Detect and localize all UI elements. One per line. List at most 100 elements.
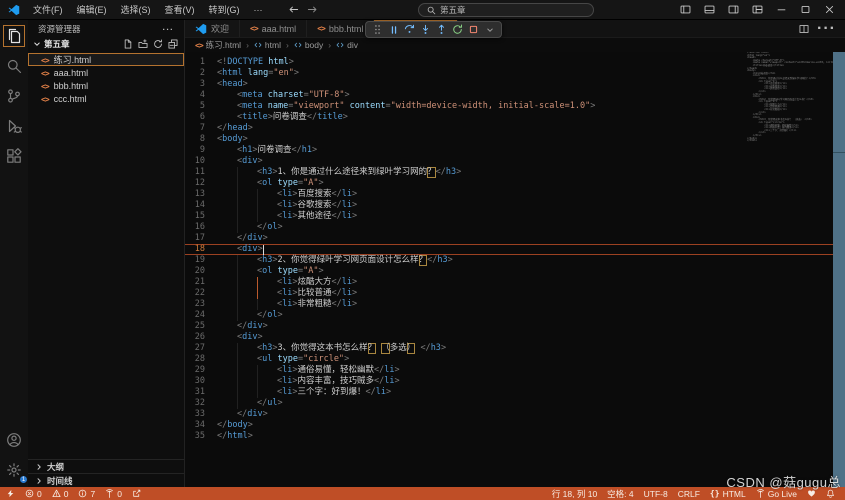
problems-warnings[interactable]: 0 xyxy=(52,489,69,499)
code-line[interactable]: 21<li>炫酷大方</li> xyxy=(185,277,845,288)
file-item[interactable]: <>aaa.html xyxy=(28,66,184,79)
code-line[interactable]: 29<li>通俗易懂，轻松幽默</li> xyxy=(185,365,845,376)
activity-run-debug[interactable] xyxy=(3,115,25,137)
new-folder-icon[interactable] xyxy=(138,39,148,49)
code-line[interactable]: 4<meta charset="UTF-8"> xyxy=(185,90,845,101)
code-line[interactable]: 34</body> xyxy=(185,420,845,431)
outline-panel-header[interactable]: 大纲 xyxy=(28,459,184,473)
code-line[interactable]: 22<li>比较普通</li> xyxy=(185,288,845,299)
breadcrumb-item[interactable]: div xyxy=(336,40,358,50)
code-line[interactable]: 10<div> xyxy=(185,156,845,167)
activity-account[interactable] xyxy=(3,429,25,451)
new-file-icon[interactable] xyxy=(123,39,133,49)
code-token: > xyxy=(590,101,595,112)
remote-indicator[interactable] xyxy=(6,489,15,498)
code-line[interactable]: 3<head> xyxy=(185,79,845,90)
code-line[interactable]: 17</div> xyxy=(185,233,845,244)
code-line[interactable]: 30<li>内容丰富，技巧贼多</li> xyxy=(185,376,845,387)
problems-info[interactable]: 7 xyxy=(78,489,95,499)
layout-customize-icon[interactable] xyxy=(747,1,767,19)
breadcrumb-item[interactable]: body xyxy=(294,40,323,50)
maximize-icon[interactable] xyxy=(795,1,815,19)
code-line[interactable]: 6<title>问卷调查</title> xyxy=(185,112,845,123)
split-editor-icon[interactable] xyxy=(799,24,809,34)
folder-section-header[interactable]: 第五章 xyxy=(28,37,184,51)
menu-item[interactable]: ··· xyxy=(247,5,270,15)
code-line[interactable]: 28<ul type="circle"> xyxy=(185,354,845,365)
code-line[interactable]: 1<!DOCTYPE html> xyxy=(185,57,845,68)
code-line[interactable]: 18<div> xyxy=(185,244,845,255)
layout-sidebar-right-icon[interactable] xyxy=(723,1,743,19)
code-line[interactable]: 16</ol> xyxy=(185,222,845,233)
editor-tab[interactable]: 欢迎 xyxy=(185,20,240,37)
pause-icon[interactable] xyxy=(387,22,400,37)
code-line[interactable]: 9<h1>问卷调查</h1> xyxy=(185,145,845,156)
breadcrumb-item[interactable]: <>练习.html xyxy=(195,39,241,51)
menu-item[interactable]: 查看(V) xyxy=(158,3,202,16)
code-line[interactable]: 23<li>非常粗糙</li> xyxy=(185,299,845,310)
menu-item[interactable]: 选择(S) xyxy=(114,3,158,16)
minimap[interactable]: <!DOCTYPE html> <html lang="en"> <head> … xyxy=(747,52,833,487)
layout-sidebar-icon[interactable] xyxy=(675,1,695,19)
more-actions-icon[interactable]: ··· xyxy=(163,24,175,34)
chevron-down-icon[interactable] xyxy=(483,22,496,37)
code-editor[interactable]: 1<!DOCTYPE html>2<html lang="en">3<head>… xyxy=(185,52,845,487)
share[interactable] xyxy=(132,489,141,498)
code-line[interactable]: 12<ol type="A"> xyxy=(185,178,845,189)
activity-extensions[interactable] xyxy=(3,145,25,167)
code-line[interactable]: 32</ul> xyxy=(185,398,845,409)
code-line[interactable]: 15<li>其他途径</li> xyxy=(185,211,845,222)
collapse-all-icon[interactable] xyxy=(168,39,178,49)
eol-sequence[interactable]: CRLF xyxy=(678,489,700,499)
minimize-icon[interactable] xyxy=(771,1,791,19)
stop-icon[interactable] xyxy=(467,22,480,37)
menu-item[interactable]: 文件(F) xyxy=(26,3,70,16)
scrollbar[interactable] xyxy=(833,52,845,487)
refresh-icon[interactable] xyxy=(153,39,163,49)
code-line[interactable]: 8<body> xyxy=(185,134,845,145)
more-actions-icon[interactable]: ··· xyxy=(817,20,836,38)
layout-panel-icon[interactable] xyxy=(699,1,719,19)
code-line[interactable]: 26<div> xyxy=(185,332,845,343)
code-line[interactable]: 20<ol type="A"> xyxy=(185,266,845,277)
activity-source-control[interactable] xyxy=(3,85,25,107)
menu-item[interactable]: 转到(G) xyxy=(202,3,247,16)
step-over-icon[interactable] xyxy=(403,22,416,37)
code-line[interactable]: 24</ol> xyxy=(185,310,845,321)
menu-item[interactable]: 编辑(E) xyxy=(70,3,114,16)
breadcrumb-item[interactable]: html xyxy=(254,40,281,50)
back-button[interactable] xyxy=(288,4,299,15)
file-item[interactable]: <>练习.html xyxy=(28,53,184,66)
close-icon[interactable] xyxy=(819,1,839,19)
code-line[interactable]: 27<h3>3、你觉得这本书怎么样？ （多选） </h3> xyxy=(185,343,845,354)
step-out-icon[interactable] xyxy=(435,22,448,37)
activity-explorer[interactable] xyxy=(3,25,25,47)
file-item[interactable]: <>bbb.html xyxy=(28,79,184,92)
timeline-panel-header[interactable]: 时间线 xyxy=(28,473,184,487)
problems-errors[interactable]: 0 xyxy=(25,489,42,499)
code-line[interactable]: 13<li>百度搜索</li> xyxy=(185,189,845,200)
command-center-search[interactable]: 第五章 xyxy=(418,3,594,17)
code-line[interactable]: 33</div> xyxy=(185,409,845,420)
ports[interactable]: 0 xyxy=(105,489,122,499)
editor-tab[interactable]: <>aaa.html xyxy=(240,20,307,37)
activity-search[interactable] xyxy=(3,55,25,77)
code-line[interactable]: 31<li>三个字：好到爆！</li> xyxy=(185,387,845,398)
code-line[interactable]: 7</head> xyxy=(185,123,845,134)
cursor-position[interactable]: 行 18, 列 10 xyxy=(552,488,597,500)
code-line[interactable]: 11<h3>1、你是通过什么途径来到绿叶学习网的？</h3> xyxy=(185,167,845,178)
indentation[interactable]: 空格: 4 xyxy=(607,488,633,500)
forward-button[interactable] xyxy=(307,4,318,15)
code-line[interactable]: 19<h3>2、你觉得绿叶学习网页面设计怎么样？</h3> xyxy=(185,255,845,266)
code-line[interactable]: 14<li>谷歌搜索</li> xyxy=(185,200,845,211)
code-line[interactable]: 35</html> xyxy=(185,431,845,442)
code-line[interactable]: 2<html lang="en"> xyxy=(185,68,845,79)
file-item[interactable]: <>ccc.html xyxy=(28,92,184,105)
drag-handle-icon[interactable] xyxy=(371,22,384,37)
step-into-icon[interactable] xyxy=(419,22,432,37)
code-line[interactable]: 5<meta name="viewport" content="width=de… xyxy=(185,101,845,112)
activity-settings[interactable]: 1 xyxy=(3,459,25,481)
code-line[interactable]: 25</div> xyxy=(185,321,845,332)
restart-icon[interactable] xyxy=(451,22,464,37)
encoding[interactable]: UTF-8 xyxy=(644,489,668,499)
